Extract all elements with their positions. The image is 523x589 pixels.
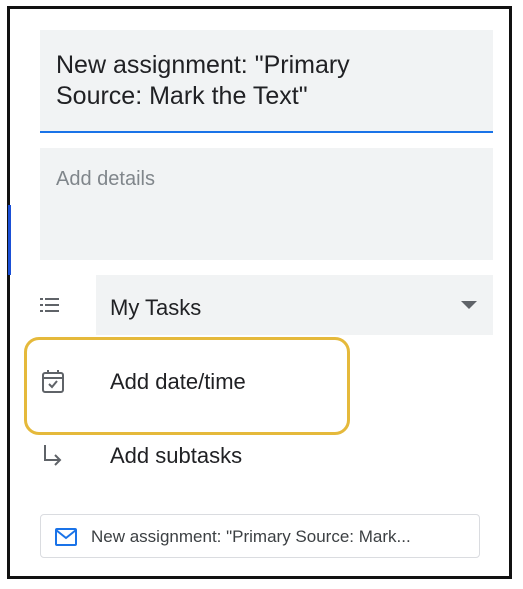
source-email-chip[interactable]: New assignment: "Primary Source: Mark... (40, 514, 480, 558)
source-email-label: New assignment: "Primary Source: Mark... (91, 527, 411, 546)
dropdown-caret-icon (461, 301, 477, 309)
details-placeholder: Add details (56, 168, 155, 190)
task-list-dropdown[interactable]: My Tasks (96, 275, 493, 335)
highlight-annotation (24, 337, 350, 435)
list-icon (40, 298, 59, 312)
task-list-selected: My Tasks (110, 295, 202, 320)
task-details-field[interactable]: Add details (40, 148, 493, 260)
task-list-row: My Tasks (40, 275, 493, 335)
subdirectory-arrow-icon (44, 445, 62, 466)
add-subtasks-label: Add subtasks (110, 443, 243, 468)
add-subtasks-button[interactable]: Add subtasks (40, 434, 493, 478)
task-title-text: New assignment: "Primary Source: Mark th… (56, 51, 350, 110)
selection-accent-bar (8, 205, 11, 275)
task-title-field[interactable]: New assignment: "Primary Source: Mark th… (40, 30, 493, 133)
email-icon (55, 528, 77, 546)
